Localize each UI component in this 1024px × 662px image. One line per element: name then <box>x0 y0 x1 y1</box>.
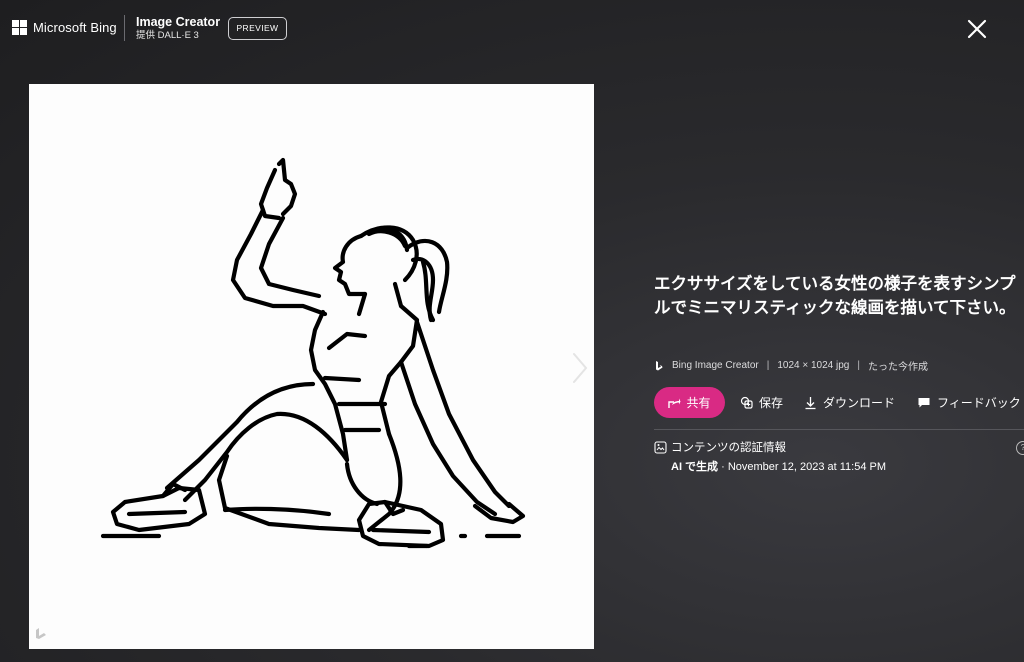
source-label: Bing Image Creator <box>672 360 759 371</box>
exercise-woman-line-drawing <box>100 157 526 549</box>
product-title: Image Creator <box>136 15 221 29</box>
watermark-icon <box>36 628 46 639</box>
microsoft-bing-brand[interactable]: Microsoft Bing <box>12 20 117 35</box>
microsoft-logo-icon <box>12 20 27 35</box>
download-label: ダウンロード <box>823 396 896 410</box>
ai-generated-info: AI で生成 · November 12, 2023 at 11:54 PM <box>671 458 1024 474</box>
collection-add-icon <box>740 396 753 409</box>
ai-generated-date: · November 12, 2023 at 11:54 PM <box>721 461 887 473</box>
close-icon <box>967 19 987 39</box>
meta-separator: | <box>857 360 860 371</box>
feedback-icon <box>918 398 930 408</box>
save-button[interactable]: 保存 <box>740 387 783 418</box>
save-label: 保存 <box>759 396 784 410</box>
content-credentials-icon <box>654 440 667 454</box>
download-button[interactable]: ダウンロード <box>804 387 895 418</box>
created-time: たった今作成 <box>867 362 928 373</box>
preview-badge: PREVIEW <box>228 17 287 40</box>
next-image-button[interactable] <box>570 350 590 386</box>
action-bar: 共有 保存 ダウンロード フィードバック <box>654 387 1024 419</box>
feedback-button[interactable]: フィードバック <box>917 387 1021 418</box>
content-credentials: コンテンツの認証情報 AI で生成 · November 12, 2023 at… <box>654 439 1024 474</box>
header-divider <box>124 15 125 41</box>
share-icon <box>668 398 681 408</box>
image-creator-title-block[interactable]: Image Creator 提供 DALL·E 3 <box>136 15 220 43</box>
generated-image[interactable] <box>29 84 594 649</box>
section-divider <box>654 429 1024 430</box>
prompt-text: エクササイズをしている女性の様子を表すシンプルでミニマリスティックな線画を描いて… <box>654 275 1016 317</box>
top-bar: Microsoft Bing Image Creator 提供 DALL·E 3… <box>0 0 1024 56</box>
close-button[interactable] <box>964 16 990 42</box>
share-label: 共有 <box>686 396 711 410</box>
credentials-title: コンテンツの認証情報 <box>671 442 786 454</box>
share-button[interactable]: 共有 <box>654 387 725 418</box>
ai-generated-label: AI で生成 <box>671 461 719 473</box>
image-meta: Bing Image Creator | 1024 × 1024 jpg | た… <box>654 358 928 373</box>
feedback-label: フィードバック <box>937 396 1021 410</box>
help-icon[interactable]: ? <box>1016 441 1024 455</box>
meta-separator: | <box>766 360 770 371</box>
product-subtitle: 提供 DALL·E 3 <box>136 30 199 41</box>
image-details-panel: エクササイズをしている女性の様子を表すシンプルでミニマリスティックな線画を描いて… <box>654 272 1024 320</box>
chevron-right-icon <box>573 353 588 383</box>
image-dimensions: 1024 × 1024 jpg <box>777 360 850 371</box>
bing-icon <box>656 360 663 370</box>
brand-label: Microsoft Bing <box>33 20 117 35</box>
download-icon <box>805 396 816 409</box>
